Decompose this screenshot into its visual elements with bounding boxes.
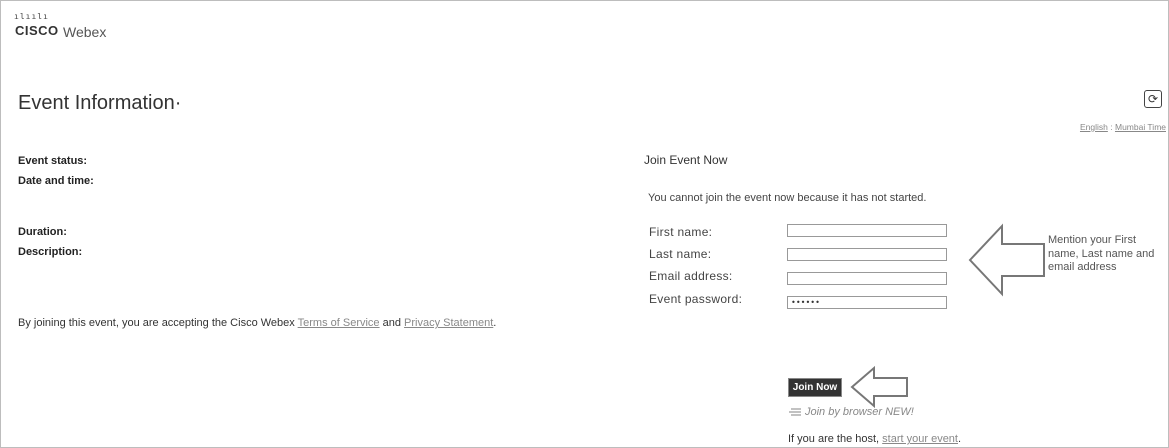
browser-icon <box>789 408 801 416</box>
terms-of-service-link[interactable]: Terms of Service <box>298 317 380 329</box>
host-prefix: If you are the host, <box>788 433 883 445</box>
last-name-input[interactable] <box>787 248 947 261</box>
email-address-label: Email address: <box>649 269 733 283</box>
annotation-note: Mention your First name, Last name and e… <box>1048 234 1155 273</box>
refresh-icon[interactable]: ⟳ <box>1144 90 1162 108</box>
start-your-event-link[interactable]: start your event <box>882 433 958 445</box>
annotation-arrow-small-icon <box>850 365 908 409</box>
language-link[interactable]: English <box>1080 122 1108 132</box>
not-started-notice: You cannot join the event now because it… <box>648 192 927 204</box>
terms-statement: By joining this event, you are accepting… <box>18 317 538 329</box>
last-name-label: Last name: <box>649 247 712 261</box>
event-password-input[interactable] <box>787 296 947 309</box>
cisco-logo-text: CISCO <box>15 23 59 38</box>
host-start-line: If you are the host, start your event. <box>788 433 961 445</box>
description-label: Description: <box>18 246 83 258</box>
first-name-input[interactable] <box>787 224 947 237</box>
terms-prefix: By joining this event, you are accepting… <box>18 317 298 329</box>
join-now-button[interactable]: Join Now <box>788 378 842 397</box>
cisco-logo-bars-icon: ılıılı <box>14 12 49 21</box>
terms-suffix: . <box>493 317 497 329</box>
event-password-label: Event password: <box>649 292 743 306</box>
duration-label: Duration: <box>18 226 67 238</box>
event-status-label: Event status: <box>18 155 88 167</box>
locale-separator: : <box>1110 122 1113 132</box>
host-suffix: . <box>958 433 962 445</box>
email-address-input[interactable] <box>787 272 947 285</box>
annotation-arrow-large-icon <box>968 223 1045 297</box>
terms-and: and <box>379 317 405 329</box>
locale-links: English : Mumbai Time <box>1080 122 1166 132</box>
page-title: Event Information· <box>18 92 182 114</box>
timezone-link[interactable]: Mumbai Time <box>1115 122 1166 132</box>
privacy-statement-link[interactable]: Privacy Statement <box>404 317 493 329</box>
webex-product-name: Webex <box>63 24 107 40</box>
first-name-label: First name: <box>649 225 713 239</box>
join-event-heading: Join Event Now <box>644 153 728 167</box>
date-time-label: Date and time: <box>18 175 94 187</box>
